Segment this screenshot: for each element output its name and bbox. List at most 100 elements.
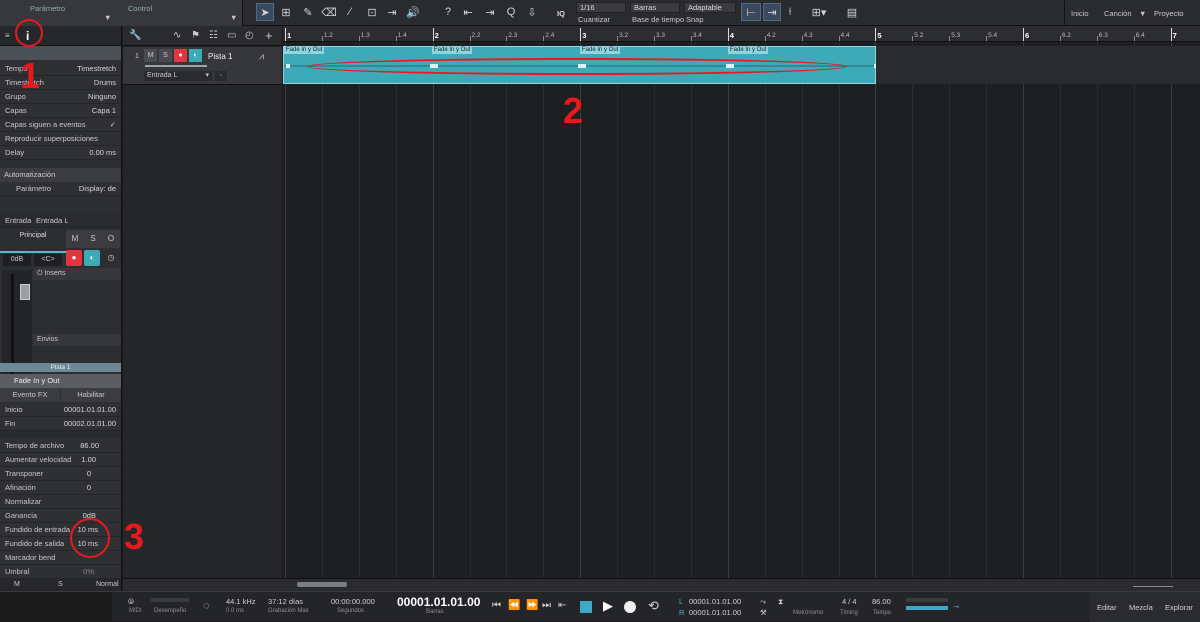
precount-icon[interactable]: ⤳	[760, 597, 766, 607]
timing-value[interactable]: 4 / 4	[842, 597, 857, 606]
fade-label[interactable]: Fade In y Out	[728, 47, 769, 54]
timebase-dropdown[interactable]: Barras	[630, 2, 680, 13]
range-tool-icon[interactable]: ⊞	[278, 3, 294, 21]
nav-mezcla[interactable]: Mezcla	[1129, 603, 1153, 612]
zoom-icon[interactable]: Q	[503, 3, 519, 21]
input-row[interactable]: Entrada Entrada L	[0, 214, 121, 228]
row-value[interactable]: 00002.01.01.00	[64, 417, 116, 431]
mode-value[interactable]: Normal	[96, 579, 119, 591]
nav-cancion[interactable]: Canción	[1104, 9, 1132, 18]
event-row-aumentar[interactable]: Aumentar velocidad 1.00	[0, 453, 121, 467]
stop-icon[interactable]	[580, 601, 592, 613]
automation-section[interactable]: Automatización	[0, 168, 121, 182]
arrow-tool-icon[interactable]: ➤	[256, 3, 274, 21]
row-value[interactable]: 00001.01.01.00	[64, 403, 116, 417]
monitor-small-icon[interactable]: ◦	[215, 71, 227, 81]
row-value[interactable]: 0	[87, 467, 91, 481]
chevron-down-icon[interactable]: ▼	[1139, 9, 1146, 18]
snap-cursor-icon[interactable]: ⫮	[783, 3, 797, 21]
chevron-down-icon[interactable]: ▼	[104, 13, 111, 22]
inserts-header[interactable]: ⏻ Inserts	[33, 268, 121, 280]
tempo-value[interactable]: 86.00	[872, 597, 891, 606]
nav-inicio[interactable]: Inicio	[1071, 9, 1089, 18]
fade-handle[interactable]	[286, 64, 290, 68]
row-value[interactable]: 1.00	[81, 453, 96, 467]
chevron-down-icon[interactable]: ▼	[230, 13, 237, 22]
master-volume-slider[interactable]	[906, 606, 948, 610]
inspector-row-capas[interactable]: Capas Capa 1	[0, 104, 121, 118]
volume-fader-line[interactable]	[0, 243, 66, 253]
track-input-dropdown[interactable]: Entrada L ▾	[144, 71, 212, 81]
gain-value[interactable]: 0dB	[3, 254, 31, 266]
quantize-dropdown[interactable]: 1/16	[576, 2, 626, 13]
list-icon[interactable]: ☷	[209, 30, 218, 41]
paint-tool-icon[interactable]: ⁄	[342, 3, 358, 21]
automation-icon[interactable]: ∿	[173, 30, 181, 41]
grid-options-icon[interactable]: ⊞▾	[808, 3, 830, 21]
folder-icon[interactable]: ▭	[227, 30, 236, 41]
inspector-row-delay[interactable]: Delay 0.00 ms	[0, 146, 121, 160]
mute-button[interactable]: M	[14, 579, 20, 591]
marker-icon[interactable]: ⚑	[191, 30, 200, 41]
fade-label[interactable]: Fade In y Out	[432, 47, 473, 54]
fade-label[interactable]: Fade In y Out	[580, 47, 621, 54]
metronome-icon[interactable]: ⧗	[778, 597, 783, 607]
track-name[interactable]: Pista 1	[208, 52, 232, 61]
eraser-tool-icon[interactable]: ⌫	[321, 3, 337, 21]
mute-tool-icon[interactable]: ⇥	[384, 3, 400, 21]
nudge-left-icon[interactable]: ⇤	[460, 3, 476, 21]
nav-explorar[interactable]: Explorar	[1165, 603, 1193, 612]
inspector-row-timestretch[interactable]: Timestretch Drums	[0, 76, 121, 90]
record-icon[interactable]	[624, 601, 636, 613]
row-value[interactable]: 0%	[83, 565, 94, 579]
automation-icon[interactable]: ◷	[103, 250, 119, 266]
loop-start-icon[interactable]: ⇤	[558, 600, 566, 611]
solo-button[interactable]: S	[58, 579, 63, 591]
automation-param-row[interactable]: Parámetro Display: de	[0, 182, 121, 196]
horizontal-scrollbar[interactable]	[297, 582, 347, 587]
menu-icon[interactable]: ≡	[5, 31, 10, 40]
event-row-umbral[interactable]: Umbral 0%	[0, 565, 121, 579]
menu-control[interactable]: Control	[128, 4, 152, 13]
bars-value[interactable]: 00001.01.01.00	[397, 595, 480, 609]
param-display[interactable]: Display: de	[79, 182, 116, 196]
solo-button[interactable]: S	[159, 49, 172, 62]
midi-icon[interactable]: ⦾	[128, 597, 134, 607]
input-value[interactable]: Entrada L	[36, 214, 69, 228]
record-arm-icon[interactable]: ●	[66, 250, 82, 266]
event-row-inicio[interactable]: Inicio 00001.01.01.00	[0, 403, 121, 417]
inspector-row-capas-siguen[interactable]: Capas siguen a eventos ✓	[0, 118, 121, 132]
nav-editar[interactable]: Editar	[1097, 603, 1117, 612]
play-icon[interactable]: ▶	[603, 598, 613, 614]
fader-handle[interactable]	[20, 284, 30, 300]
rewind-start-icon[interactable]: ⏮	[492, 600, 501, 611]
monitor-toggle-icon[interactable]: ⊸	[953, 602, 959, 611]
track-volume-slider[interactable]	[145, 65, 207, 67]
inspector-row-grupo[interactable]: Grupo Ninguno	[0, 90, 121, 104]
inspector-row-tempo[interactable]: Tempo Timestretch	[0, 62, 121, 76]
loop-l-value[interactable]: 00001.01.01.00	[689, 597, 741, 606]
loop-r-value[interactable]: 00001.01.01.00	[689, 608, 741, 617]
envios-header[interactable]: Envios	[33, 334, 121, 346]
waveform-icon[interactable]: ⩘	[259, 51, 264, 62]
snap-grid-icon[interactable]: ⊢	[741, 3, 761, 21]
nudge-right-icon[interactable]: ⇥	[482, 3, 498, 21]
event-row-normalizar[interactable]: Normalizar	[0, 495, 121, 509]
record-arm-icon[interactable]: ●	[174, 49, 187, 62]
listen-tool-icon[interactable]: 🔊	[405, 3, 421, 21]
checkbox-checked[interactable]: ✓	[110, 118, 116, 132]
help-icon[interactable]: ?	[440, 3, 456, 21]
clock-icon[interactable]: ◴	[245, 30, 254, 41]
monitor-icon[interactable]: ◐	[189, 49, 202, 62]
forward-end-icon[interactable]: ⏭	[542, 600, 551, 611]
event-row-fin[interactable]: Fin 00002.01.01.00	[0, 417, 121, 431]
seconds-value[interactable]: 00:00:00.000	[331, 597, 375, 606]
monitor-icon[interactable]: ◐	[84, 250, 100, 266]
mute-button[interactable]: M	[144, 49, 157, 62]
row-value[interactable]: 86.00	[80, 439, 99, 453]
add-track-icon[interactable]: +	[265, 28, 273, 43]
nav-proyecto[interactable]: Proyecto	[1154, 9, 1184, 18]
zoom-slider[interactable]	[1133, 582, 1173, 587]
follow-icon[interactable]: ⇩	[524, 3, 540, 21]
event-row-tempo-archivo[interactable]: Tempo de archivo 86.00	[0, 439, 121, 453]
